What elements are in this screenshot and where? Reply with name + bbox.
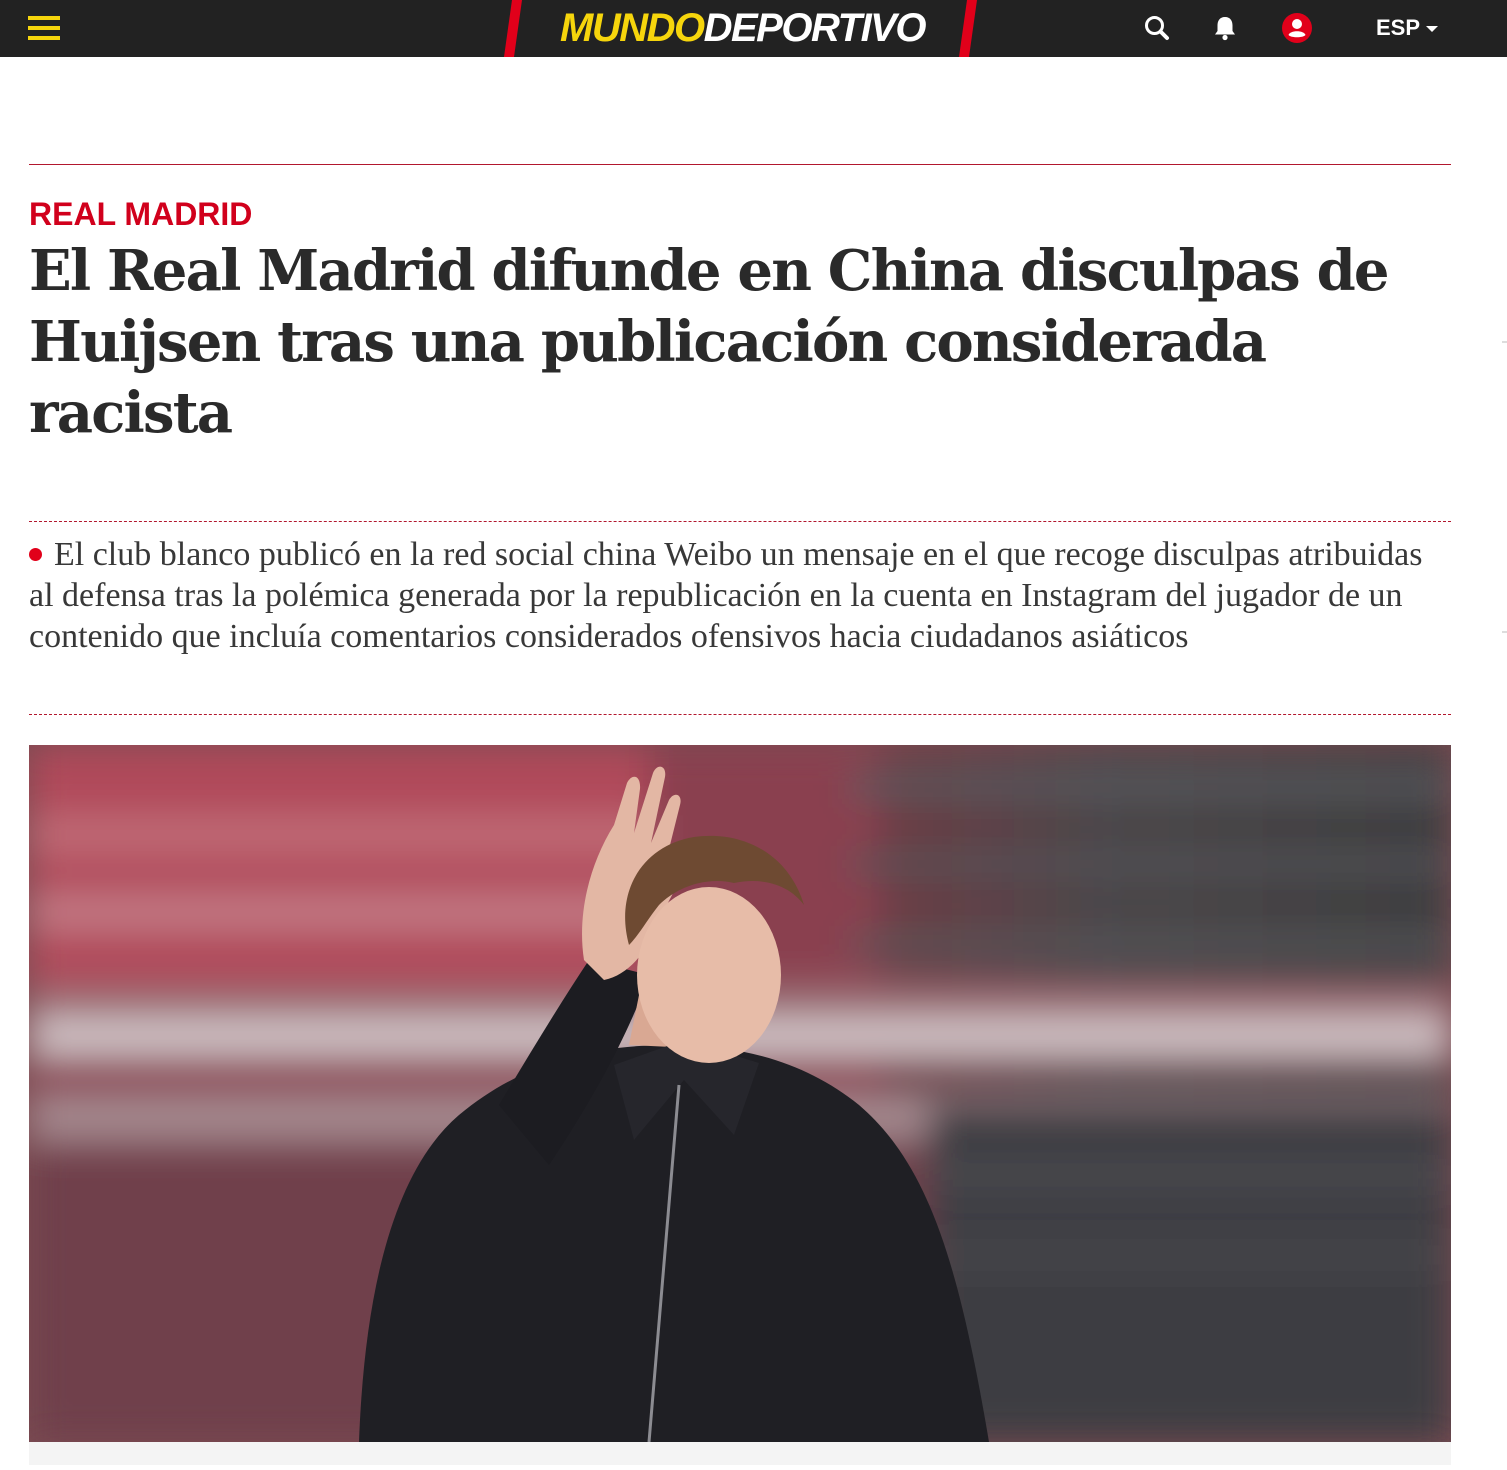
bullet-icon xyxy=(29,548,42,561)
section-link[interactable]: REAL MADRID xyxy=(29,194,252,234)
logo-deportivo: DEPORTIVO xyxy=(703,6,927,50)
site-logo[interactable]: MUNDODEPORTIVO xyxy=(500,0,980,57)
user-icon[interactable] xyxy=(1279,10,1315,46)
article-headline: El Real Madrid difunde en China disculpa… xyxy=(29,238,1390,446)
top-navigation-bar: MUNDODEPORTIVO ESP xyxy=(0,0,1507,57)
article-summary: El club blanco publicó en la red social … xyxy=(29,534,1454,657)
menu-icon[interactable] xyxy=(28,14,60,42)
bell-icon[interactable] xyxy=(1207,10,1243,46)
photo-caption-area xyxy=(29,1442,1451,1465)
chevron-down-icon xyxy=(1426,26,1439,33)
dek-top-divider xyxy=(29,521,1451,522)
article-main-photo xyxy=(29,745,1451,1442)
language-label: ESP xyxy=(1376,15,1421,40)
article-summary-text: El club blanco publicó en la red social … xyxy=(29,536,1423,655)
dek-bottom-divider xyxy=(29,714,1451,715)
section-divider xyxy=(29,164,1451,165)
logo-mundo: MUNDO xyxy=(560,6,705,50)
page-scrollbar[interactable] xyxy=(1497,57,1507,1465)
search-icon[interactable] xyxy=(1139,10,1175,46)
language-selector[interactable]: ESP xyxy=(1376,13,1439,43)
